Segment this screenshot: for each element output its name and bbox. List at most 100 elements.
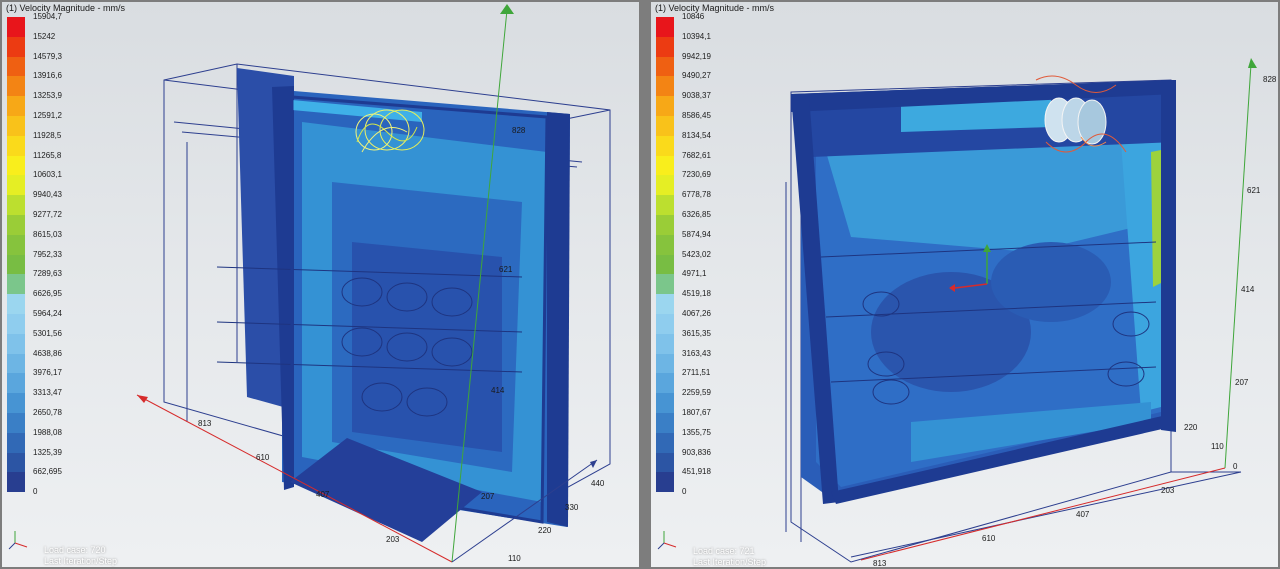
legend-zero-value: 0 xyxy=(33,487,38,497)
dim-label: 207 xyxy=(481,492,495,501)
dim-label: 203 xyxy=(1161,486,1175,495)
legend-swatch xyxy=(7,17,25,37)
legend-value: 11265,8 xyxy=(33,150,62,160)
legend-swatch xyxy=(7,472,25,493)
legend-value: 7289,63 xyxy=(33,269,62,279)
legend-value: 3976,17 xyxy=(33,368,62,378)
color-legend: 10846 10394,1 9942,19 9490,27 9038,37 8586,45… xyxy=(656,12,756,496)
viewport-right[interactable]: 828 621 414 207 0 220 110 203 407 610 81… xyxy=(651,2,1278,567)
load-case-label: Load case: 720 xyxy=(44,545,106,555)
legend-value: 5301,56 xyxy=(33,328,62,338)
legend-value: 4638,86 xyxy=(33,348,62,358)
axis-triad-icon xyxy=(8,531,28,550)
legend-value: 1807,67 xyxy=(682,407,711,417)
dim-label: 440 xyxy=(591,479,605,488)
dim-label: 828 xyxy=(512,126,526,135)
legend-swatch xyxy=(656,472,674,493)
legend-swatch xyxy=(7,214,25,235)
legend-swatch xyxy=(7,135,25,156)
dim-label: 110 xyxy=(1211,442,1224,451)
legend-value: 2711,51 xyxy=(682,368,711,378)
dim-label: 220 xyxy=(1184,423,1198,432)
legend-swatch xyxy=(656,333,674,354)
legend-swatch xyxy=(656,36,674,57)
legend-value: 3163,43 xyxy=(682,348,711,358)
legend-swatch xyxy=(7,56,25,77)
legend-swatch xyxy=(7,412,25,433)
legend-swatch xyxy=(7,234,25,255)
legend-value: 451,918 xyxy=(682,467,711,477)
dim-label: 407 xyxy=(316,490,330,499)
legend-row: 451,918 xyxy=(656,467,756,493)
legend-swatch xyxy=(7,274,25,295)
dim-label: 621 xyxy=(1247,186,1261,195)
legend-value: 3313,47 xyxy=(33,388,62,398)
legend-value: 7230,69 xyxy=(682,170,711,180)
legend-swatch xyxy=(7,96,25,116)
dim-label: 610 xyxy=(982,534,996,543)
legend-value: 8615,03 xyxy=(33,229,62,239)
legend-swatch xyxy=(656,76,674,97)
legend-swatch xyxy=(7,254,25,275)
legend-value: 8586,45 xyxy=(682,110,711,120)
legend-row: 15904,7 xyxy=(7,12,107,37)
color-legend: 15904,7 15242 14579,3 13916,6 13253,9 12591,2… xyxy=(7,12,107,496)
legend-value: 1355,75 xyxy=(682,427,711,437)
legend-value: 10846 xyxy=(682,12,705,21)
legend-value: 15904,7 xyxy=(33,12,62,21)
legend-swatch xyxy=(656,412,674,433)
legend-value: 9277,72 xyxy=(33,209,62,219)
legend-swatch xyxy=(656,214,674,235)
legend-swatch xyxy=(656,56,674,77)
viewport-left[interactable]: 813 610 407 203 828 621 414 207 440 330 … xyxy=(2,2,639,567)
load-case-label: Load case: 721 xyxy=(693,546,755,556)
axis-triad-icon xyxy=(657,531,677,550)
legend-swatch xyxy=(7,115,25,136)
legend-swatch xyxy=(656,17,674,37)
dim-label: 813 xyxy=(198,419,212,428)
legend-swatch xyxy=(7,195,25,215)
legend-swatch xyxy=(7,393,25,413)
legend-value: 5423,02 xyxy=(682,249,711,259)
dim-label: 220 xyxy=(538,526,552,535)
legend-value: 9490,27 xyxy=(682,71,711,81)
dim-label: 813 xyxy=(873,559,887,567)
legend-swatch xyxy=(7,452,25,473)
legend-zero-value: 0 xyxy=(682,487,687,497)
legend-value: 662,695 xyxy=(33,467,62,477)
legend-swatch xyxy=(7,294,25,314)
legend-value: 5874,94 xyxy=(682,229,711,239)
status-text: Load case: 720 Last Iteration/Step xyxy=(44,545,117,567)
legend-value: 15242 xyxy=(33,31,56,41)
legend-value: 6778,78 xyxy=(682,190,711,200)
legend-swatch xyxy=(656,274,674,295)
legend-swatch xyxy=(656,373,674,394)
legend-value: 3615,35 xyxy=(682,328,711,338)
legend-swatch xyxy=(656,353,674,374)
legend-swatch xyxy=(656,254,674,275)
legend-value: 12591,2 xyxy=(33,110,62,120)
legend-value: 1325,39 xyxy=(33,447,62,457)
legend-swatch xyxy=(656,96,674,116)
legend-value: 13916,6 xyxy=(33,71,62,81)
dim-label: 610 xyxy=(256,453,270,462)
legend-value: 1988,08 xyxy=(33,427,62,437)
legend-swatch xyxy=(7,353,25,374)
legend-swatch xyxy=(656,115,674,136)
legend-value: 9038,37 xyxy=(682,91,711,101)
legend-swatch xyxy=(656,155,674,176)
legend-value: 6626,95 xyxy=(33,289,62,299)
legend-swatch xyxy=(656,175,674,196)
legend-swatch xyxy=(656,234,674,255)
legend-value: 14579,3 xyxy=(33,51,62,61)
legend-swatch xyxy=(7,76,25,97)
dim-label: 828 xyxy=(1263,75,1277,84)
legend-value: 10394,1 xyxy=(682,31,711,41)
legend-value: 9940,43 xyxy=(33,190,62,200)
legend-value: 7682,61 xyxy=(682,150,711,160)
legend-value: 7952,33 xyxy=(33,249,62,259)
legend-value: 2650,78 xyxy=(33,407,62,417)
legend-swatch xyxy=(7,432,25,453)
legend-swatch xyxy=(7,36,25,57)
legend-row: 662,695 xyxy=(7,467,107,493)
